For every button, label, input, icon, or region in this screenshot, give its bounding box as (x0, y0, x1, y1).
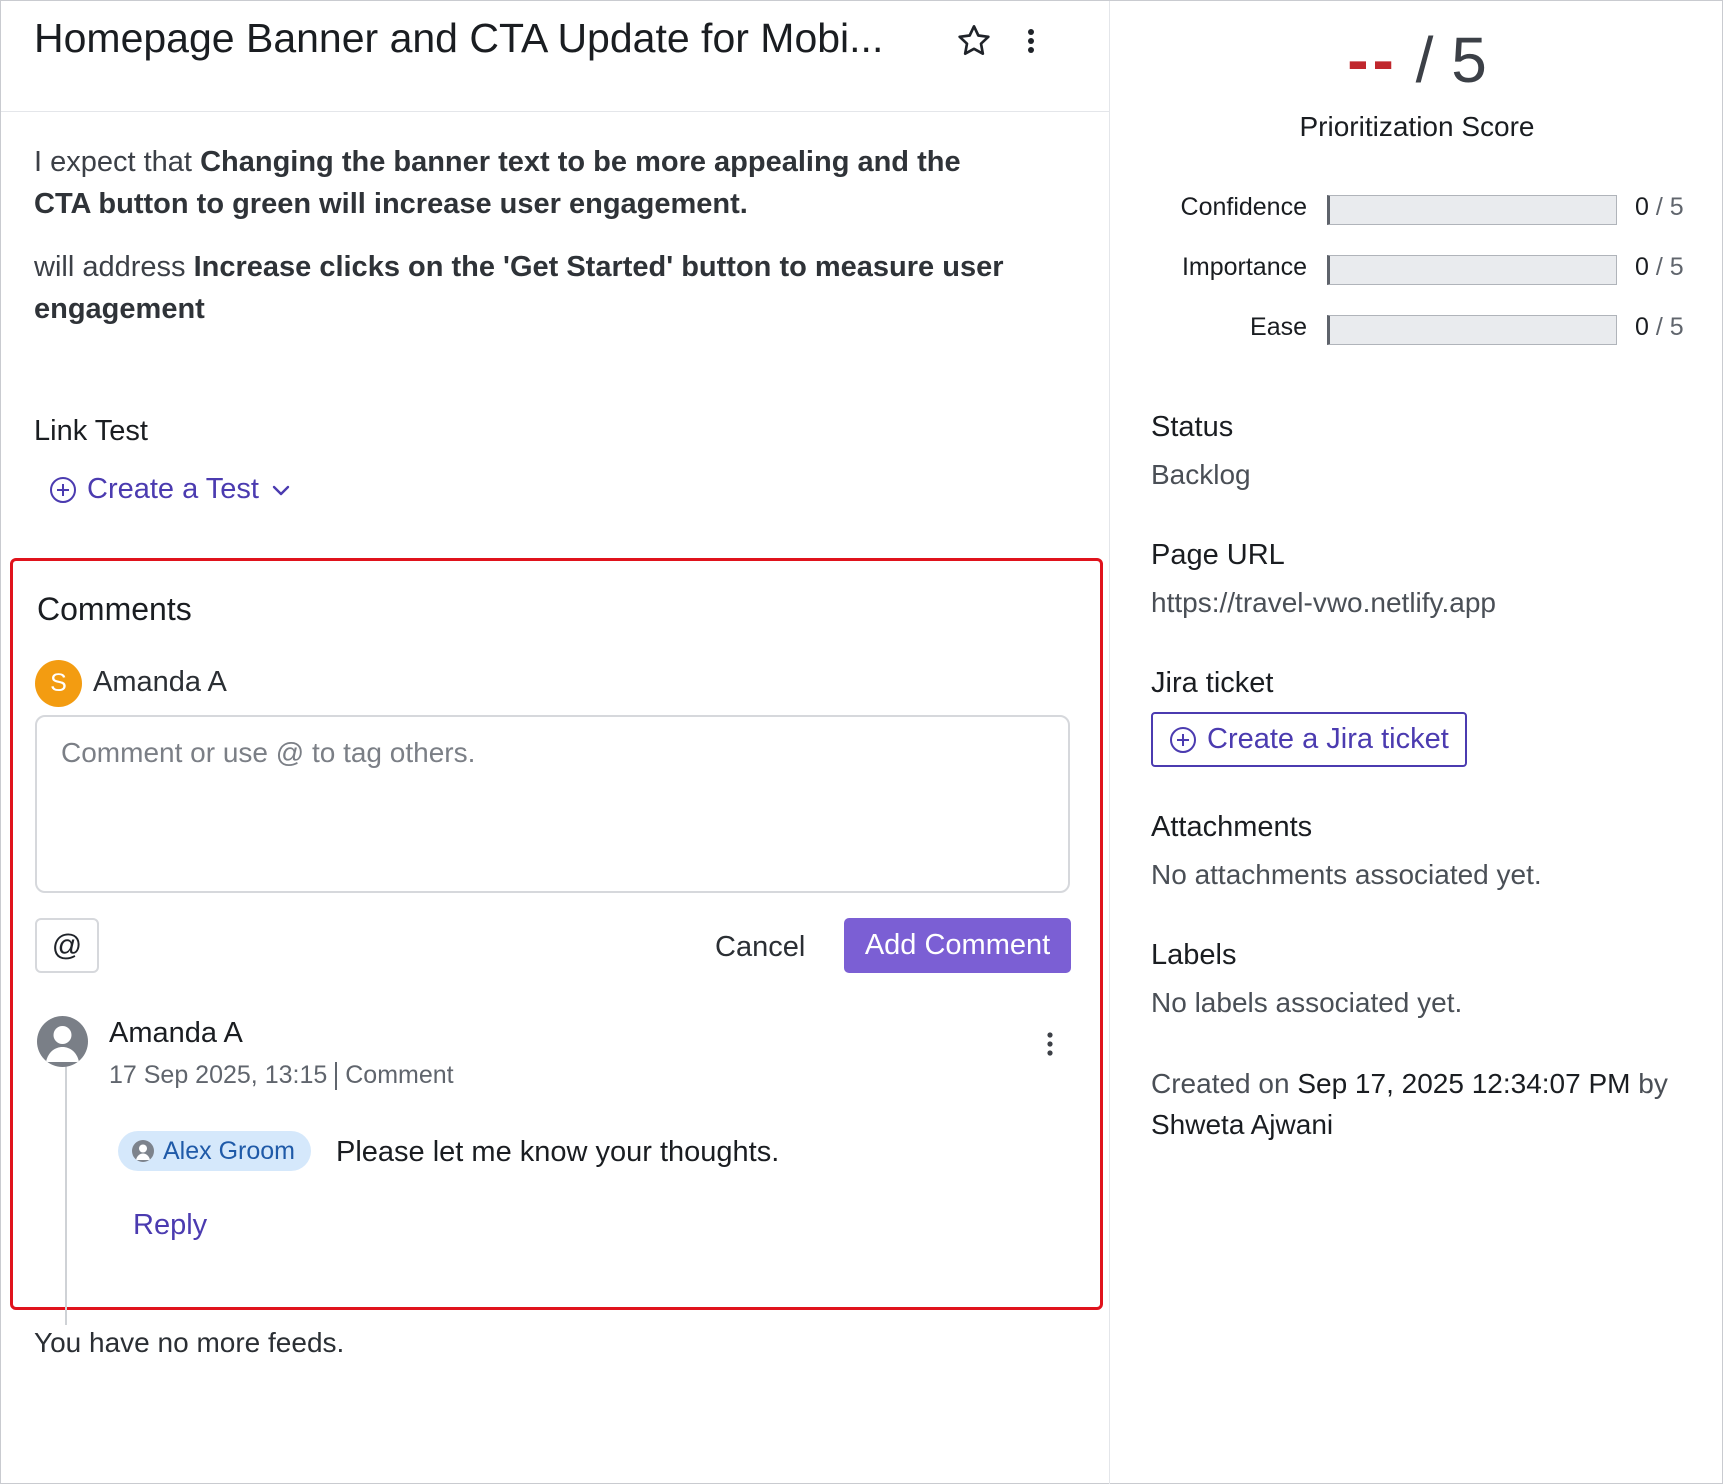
metric-score: 0 (1635, 193, 1649, 221)
current-user-avatar: S (35, 660, 82, 707)
comment-type: Comment (345, 1061, 454, 1089)
labels-value: No labels associated yet. (1151, 987, 1463, 1018)
kebab-icon (1047, 1032, 1053, 1056)
current-user-name: Amanda A (93, 666, 227, 698)
metric-importance: Importance 0 / 5 (1111, 247, 1723, 287)
page-title: Homepage Banner and CTA Update for Mobi.… (34, 15, 884, 61)
comments-section: Comments S Amanda A @ Cancel Add Comment… (10, 558, 1103, 1325)
metric-label: Ease (1250, 313, 1307, 341)
metric-value: 0 / 5 (1635, 193, 1684, 222)
page-url-title: Page URL (1151, 539, 1285, 571)
favorite-button[interactable] (954, 21, 994, 61)
hypothesis-goal: will address Increase clicks on the 'Get… (34, 246, 1024, 330)
metric-ease: Ease 0 / 5 (1111, 307, 1723, 347)
create-jira-ticket-label: Create a Jira ticket (1207, 723, 1449, 755)
metric-score: 0 (1635, 253, 1649, 281)
metric-confidence: Confidence 0 / 5 (1111, 187, 1723, 227)
attachments-title: Attachments (1151, 811, 1313, 843)
created-by-word: by (1638, 1068, 1668, 1099)
star-icon (958, 25, 990, 56)
kebab-icon (1028, 29, 1034, 53)
metric-max: / 5 (1655, 253, 1684, 281)
details-panel: -- / 5 Prioritization Score Confidence 0… (1111, 1, 1723, 1484)
created-prefix: Created on (1151, 1068, 1290, 1099)
comment-meta: 17 Sep 2025, 13:15 Comment (109, 1061, 454, 1090)
page-url-value[interactable]: https://travel-vwo.netlify.app (1151, 587, 1496, 619)
status-title: Status (1151, 411, 1234, 443)
thread-line (65, 1043, 67, 1325)
chevron-down-icon (272, 485, 290, 495)
more-options-button[interactable] (1016, 21, 1046, 61)
create-jira-ticket-button[interactable]: Create a Jira ticket (1151, 712, 1467, 767)
prioritization-score-value: -- / 5 (1111, 23, 1723, 97)
page-header: Homepage Banner and CTA Update for Mobi.… (1, 1, 1109, 112)
created-by: Shweta Ajwani (1151, 1109, 1334, 1140)
plus-circle-icon (50, 476, 76, 503)
mention-button[interactable]: @ (35, 918, 99, 973)
attachments-value: No attachments associated yet. (1151, 859, 1542, 890)
comment-author: Amanda A (109, 1017, 243, 1049)
create-test-label: Create a Test (87, 473, 259, 505)
meta-divider (335, 1061, 338, 1090)
metric-label: Importance (1181, 253, 1307, 281)
created-info: Created on Sep 17, 2025 12:34:07 PM by S… (1151, 1063, 1711, 1145)
plus-circle-icon (1170, 726, 1196, 753)
mention-chip[interactable]: Alex Groom (118, 1131, 311, 1171)
address-prefix: will address (34, 251, 186, 283)
score-max: / 5 (1415, 24, 1487, 96)
metric-bar (1327, 315, 1617, 345)
prioritization-score-label: Prioritization Score (1299, 111, 1535, 142)
add-comment-button[interactable]: Add Comment (844, 918, 1071, 973)
created-date: Sep 17, 2025 12:34:07 PM (1297, 1068, 1631, 1099)
jira-title: Jira ticket (1151, 667, 1274, 699)
comment-input[interactable] (35, 715, 1070, 893)
score-value: -- (1347, 24, 1398, 96)
metric-value: 0 / 5 (1635, 253, 1684, 282)
reply-link[interactable]: Reply (133, 1209, 207, 1242)
metric-max: / 5 (1655, 193, 1684, 221)
app-window: Homepage Banner and CTA Update for Mobi.… (0, 0, 1723, 1484)
labels-title: Labels (1151, 939, 1237, 971)
mention-name: Alex Groom (163, 1136, 295, 1165)
user-avatar-icon (37, 1016, 88, 1067)
comment-date: 17 Sep 2025, 13:15 (109, 1061, 328, 1089)
comment-options-button[interactable] (1040, 1027, 1060, 1061)
create-test-button[interactable]: Create a Test (49, 473, 293, 506)
hypothesis-expectation: I expect that Changing the banner text t… (34, 141, 1024, 225)
comment-text: Please let me know your thoughts. (336, 1136, 780, 1168)
link-test-label: Link Test (34, 415, 148, 447)
comments-title: Comments (37, 591, 192, 627)
metric-max: / 5 (1655, 313, 1684, 341)
main-panel: Homepage Banner and CTA Update for Mobi.… (1, 1, 1110, 1484)
user-icon (132, 1140, 154, 1162)
metric-score: 0 (1635, 313, 1649, 341)
no-more-feeds: You have no more feeds. (34, 1327, 345, 1358)
metric-bar (1327, 195, 1617, 225)
metric-label: Confidence (1180, 193, 1307, 221)
status-value[interactable]: Backlog (1151, 459, 1251, 491)
expect-prefix: I expect that (34, 146, 192, 178)
metric-value: 0 / 5 (1635, 313, 1684, 342)
metric-bar (1327, 255, 1617, 285)
cancel-button[interactable]: Cancel (715, 931, 805, 964)
